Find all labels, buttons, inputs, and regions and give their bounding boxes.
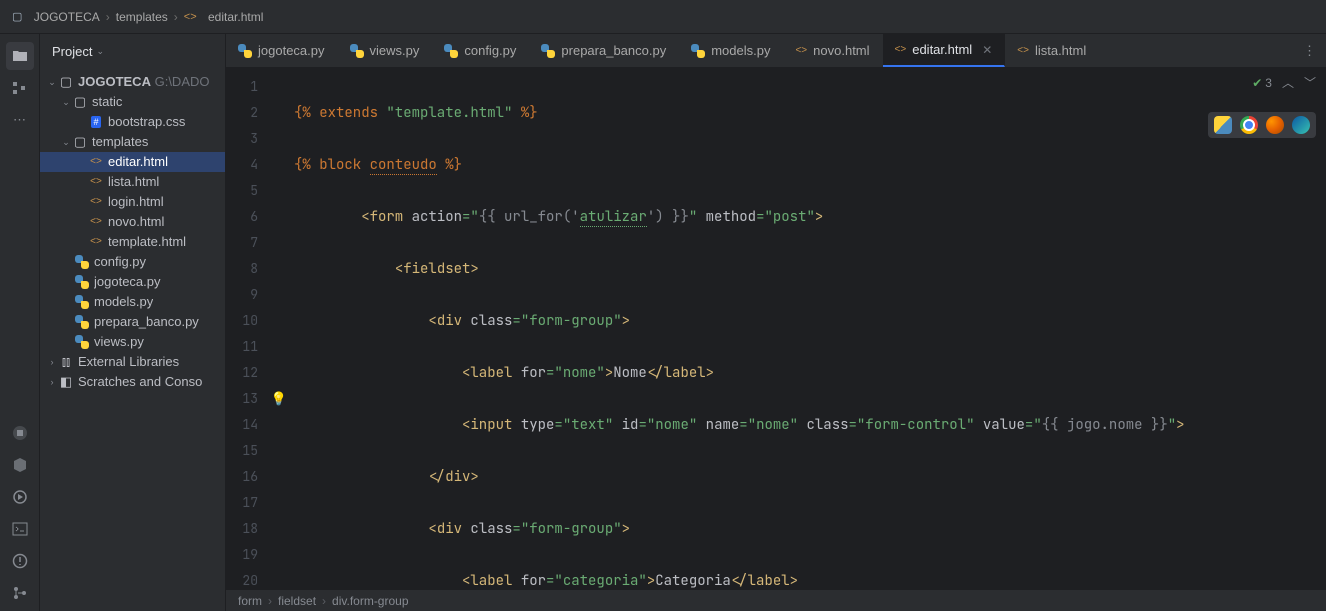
html-file-icon: <>: [184, 11, 197, 23]
chevron-up-icon[interactable]: ︿: [1282, 74, 1294, 91]
python-file-icon: [238, 44, 252, 58]
python-file-icon: [75, 335, 89, 349]
intention-bulb-icon[interactable]: 💡: [271, 386, 287, 412]
python-file-icon: [75, 315, 89, 329]
chrome-icon[interactable]: [1240, 116, 1258, 134]
gutter-icons: 💡: [268, 68, 290, 589]
problems-icon[interactable]: [6, 547, 34, 575]
separator-icon: ›: [268, 594, 272, 608]
folder-icon: ▢: [12, 10, 22, 23]
breadcrumb-folder[interactable]: templates: [116, 10, 168, 24]
structure-tool-icon[interactable]: [6, 74, 34, 102]
tree-file[interactable]: <>login.html: [40, 192, 225, 212]
python-file-icon: [75, 255, 89, 269]
tab-novo[interactable]: <>novo.html: [783, 34, 882, 67]
titlebar: ▢ JOGOTECA › templates › <> editar.html: [0, 0, 1326, 34]
tab-jogoteca[interactable]: jogoteca.py: [226, 34, 338, 67]
html-file-icon: <>: [88, 172, 104, 192]
tree-file[interactable]: <>editar.html: [40, 152, 225, 172]
edge-icon[interactable]: [1292, 116, 1310, 134]
project-tool-icon[interactable]: [6, 42, 34, 70]
tree-folder-templates[interactable]: ⌄▢templates: [40, 132, 225, 152]
check-icon: ✔: [1252, 76, 1262, 90]
project-tree[interactable]: ⌄▢JOGOTECA G:\DADO ⌄▢static #bootstrap.c…: [40, 68, 225, 396]
tab-models[interactable]: models.py: [679, 34, 783, 67]
tree-file[interactable]: config.py: [40, 252, 225, 272]
tree-file[interactable]: <>novo.html: [40, 212, 225, 232]
python-file-icon: [691, 44, 705, 58]
tree-file[interactable]: <>lista.html: [40, 172, 225, 192]
tree-root[interactable]: ⌄▢JOGOTECA G:\DADO: [40, 72, 225, 92]
html-file-icon: <>: [88, 232, 104, 252]
editor-tabbar: jogoteca.py views.py config.py prepara_b…: [226, 34, 1326, 68]
html-file-icon: <>: [1017, 45, 1029, 56]
tree-external-libraries[interactable]: ›⫾⫾External Libraries: [40, 352, 225, 372]
tree-file[interactable]: jogoteca.py: [40, 272, 225, 292]
tab-prepara-banco[interactable]: prepara_banco.py: [529, 34, 679, 67]
tree-folder-static[interactable]: ⌄▢static: [40, 92, 225, 112]
breadcrumb-root[interactable]: ▢ JOGOTECA: [12, 10, 100, 24]
firefox-icon[interactable]: [1266, 116, 1284, 134]
separator-icon: ›: [174, 10, 178, 24]
services-icon[interactable]: [6, 483, 34, 511]
python-file-icon: [75, 275, 89, 289]
html-file-icon: <>: [88, 192, 104, 212]
vcs-icon[interactable]: [6, 579, 34, 607]
breadcrumb-file[interactable]: <> editar.html: [184, 10, 264, 24]
separator-icon: ›: [322, 594, 326, 608]
html-file-icon: <>: [88, 152, 104, 172]
project-panel: Project⌄ ⌄▢JOGOTECA G:\DADO ⌄▢static #bo…: [40, 34, 226, 611]
chevron-down-icon: ⌄: [96, 46, 104, 57]
css-file-icon: #: [91, 116, 100, 128]
tab-lista[interactable]: <>lista.html: [1005, 34, 1099, 67]
browser-preview-pill: [1208, 112, 1316, 138]
close-icon[interactable]: ✕: [982, 43, 992, 57]
tree-file[interactable]: views.py: [40, 332, 225, 352]
tree-file[interactable]: <>template.html: [40, 232, 225, 252]
code-area[interactable]: {% extends "template.html" %} {% block c…: [290, 68, 1326, 589]
chevron-down-icon[interactable]: ﹀: [1304, 74, 1316, 91]
packages-icon[interactable]: [6, 451, 34, 479]
breadcrumb-item[interactable]: div.form-group: [332, 594, 408, 608]
tree-file[interactable]: models.py: [40, 292, 225, 312]
tab-config[interactable]: config.py: [432, 34, 529, 67]
python-file-icon: [75, 295, 89, 309]
breadcrumb-item[interactable]: fieldset: [278, 594, 316, 608]
editor[interactable]: 1234567891011121314151617181920 💡 {% ext…: [226, 68, 1326, 589]
more-tool-icon[interactable]: ⋯: [6, 106, 34, 134]
python-file-icon: [350, 44, 364, 58]
breadcrumb-item[interactable]: form: [238, 594, 262, 608]
html-file-icon: <>: [88, 212, 104, 232]
python-console-icon[interactable]: [6, 419, 34, 447]
pycharm-icon[interactable]: [1214, 116, 1232, 134]
python-file-icon: [444, 44, 458, 58]
tab-views[interactable]: views.py: [338, 34, 433, 67]
html-file-icon: <>: [795, 45, 807, 56]
html-file-icon: <>: [895, 44, 907, 55]
separator-icon: ›: [106, 10, 110, 24]
tab-editar[interactable]: <>editar.html✕: [883, 34, 1006, 67]
tree-file[interactable]: #bootstrap.css: [40, 112, 225, 132]
tool-window-bar: ⋯: [0, 34, 40, 611]
tree-file[interactable]: prepara_banco.py: [40, 312, 225, 332]
tab-overflow-menu[interactable]: ⋮: [1293, 34, 1326, 67]
project-panel-header[interactable]: Project⌄: [40, 34, 225, 68]
line-number-gutter: 1234567891011121314151617181920: [226, 68, 268, 589]
inspection-widget[interactable]: ✔3 ︿ ﹀: [1252, 74, 1316, 91]
python-file-icon: [541, 44, 555, 58]
tree-scratches[interactable]: ›◧Scratches and Conso: [40, 372, 225, 392]
terminal-icon[interactable]: [6, 515, 34, 543]
editor-breadcrumbs: form › fieldset › div.form-group: [226, 589, 1326, 611]
